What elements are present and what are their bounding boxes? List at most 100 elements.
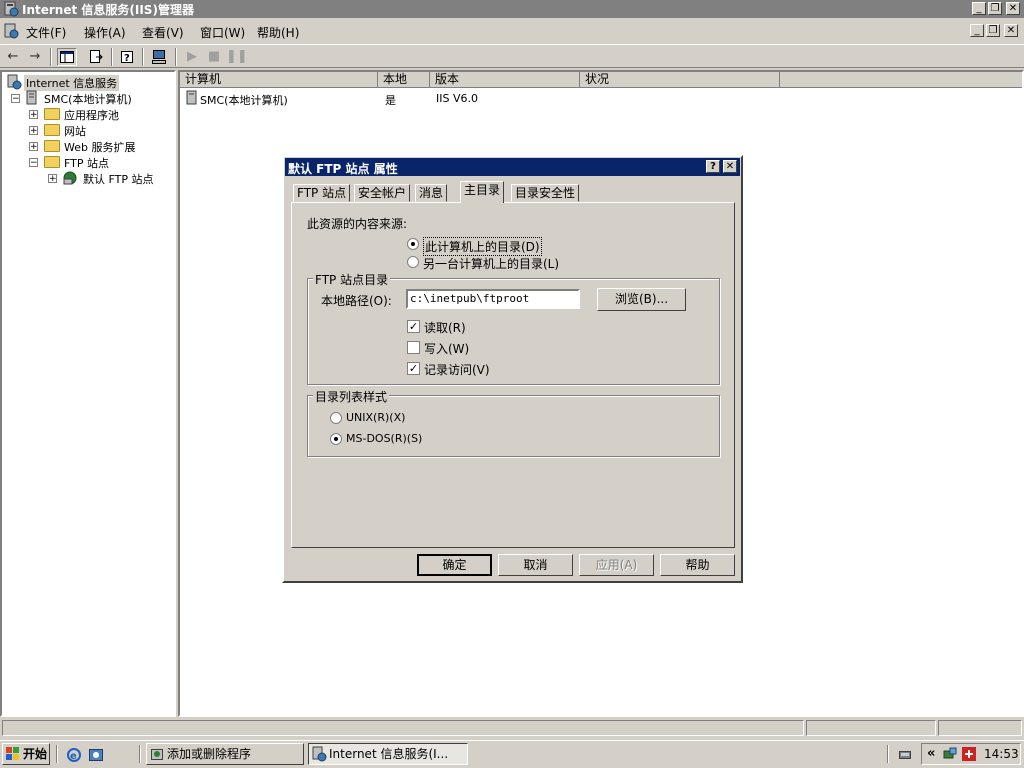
network-icon[interactable]	[897, 747, 913, 763]
listing-style-group-label: 目录列表样式	[313, 388, 390, 405]
pause-icon[interactable]: ❚❚	[226, 48, 248, 66]
export-list-icon[interactable]	[86, 48, 106, 66]
checkbox-read[interactable]: ✓	[407, 320, 420, 333]
ie-icon[interactable]: e	[66, 747, 82, 763]
forward-icon[interactable]: →	[25, 48, 45, 66]
tray-security-alert-icon[interactable]	[961, 746, 977, 762]
tab-directory-security[interactable]: 目录安全性	[511, 184, 580, 202]
tray-expand-icon[interactable]: «	[927, 746, 935, 761]
tab-messages[interactable]: 消息	[415, 184, 448, 202]
checkbox-log[interactable]: ✓	[407, 362, 420, 375]
tab-home-directory[interactable]: 主目录	[460, 181, 505, 203]
toolbar-separator	[142, 48, 144, 66]
tree-default-ftp[interactable]: 默认 FTP 站点	[83, 171, 153, 187]
browse-button[interactable]: 浏览(B)...	[597, 288, 686, 311]
explorer-icon[interactable]	[88, 747, 104, 763]
checkbox-log-label[interactable]: 记录访问(V)	[424, 361, 490, 378]
tree-pane[interactable]: Internet 信息服务 − SMC(本地计算机) + 应用程序池 + 网站 …	[0, 70, 176, 717]
tree-computer[interactable]: SMC(本地计算机)	[44, 91, 132, 107]
content-source-label: 此资源的内容来源:	[307, 217, 408, 231]
add-remove-icon	[151, 749, 163, 760]
dialog-close-button[interactable]: ✕	[723, 160, 737, 173]
taskbar: 开始 e 添加或删除程序 Internet 信息服务(I... « 14:53	[0, 740, 1024, 768]
tree-web-extensions[interactable]: Web 服务扩展	[64, 139, 135, 155]
collapse-icon[interactable]: −	[11, 94, 20, 104]
local-path-input[interactable]: c:\inetpub\ftproot	[406, 289, 580, 309]
tab-security-accounts[interactable]: 安全帐户	[354, 184, 411, 202]
svg-text:?: ?	[124, 53, 130, 64]
menu-view[interactable]: 查看(V)	[142, 24, 184, 41]
status-cell	[938, 720, 1022, 736]
radio-this-computer[interactable]	[407, 238, 419, 250]
row-version: IIS V6.0	[436, 92, 478, 105]
tray-network-icon[interactable]	[942, 746, 958, 762]
ok-button[interactable]: 确定	[417, 554, 492, 576]
radio-msdos-label[interactable]: MS-DOS(R)(S)	[346, 432, 422, 445]
child-minimize-button[interactable]: _	[970, 24, 984, 37]
child-close-button[interactable]: ✕	[1004, 24, 1018, 37]
restore-button[interactable]: ❐	[988, 2, 1002, 15]
close-button[interactable]: ✕	[1006, 2, 1020, 15]
tree-websites[interactable]: 网站	[64, 123, 86, 139]
menu-window[interactable]: 窗口(W)	[200, 24, 245, 41]
checkbox-read-label[interactable]: 读取(R)	[424, 319, 466, 336]
task-add-remove-programs[interactable]: 添加或删除程序	[146, 743, 304, 765]
ftp-dir-group-label: FTP 站点目录	[313, 271, 391, 288]
folder-icon	[44, 124, 60, 136]
task-iis-manager[interactable]: Internet 信息服务(I...	[308, 743, 468, 765]
tree-app-pools[interactable]: 应用程序池	[64, 107, 119, 123]
expand-icon[interactable]: +	[29, 142, 38, 152]
expand-icon[interactable]: +	[48, 174, 57, 184]
radio-other-computer-label[interactable]: 另一台计算机上的目录(L)	[423, 255, 559, 272]
windows-logo-icon	[6, 747, 19, 760]
stop-icon[interactable]: ■	[204, 48, 224, 66]
menu-file[interactable]: 文件(F)	[26, 24, 66, 41]
checkbox-write-label[interactable]: 写入(W)	[424, 340, 469, 357]
expand-icon[interactable]: +	[29, 126, 38, 136]
radio-msdos[interactable]	[330, 433, 342, 445]
taskbar-separator	[56, 745, 58, 763]
dialog-help-button[interactable]: ?	[706, 160, 720, 173]
toolbar-separator	[111, 48, 113, 66]
column-header-version[interactable]: 版本	[430, 72, 580, 88]
menu-action[interactable]: 操作(A)	[84, 24, 126, 41]
start-label: 开始	[23, 747, 48, 761]
folder-icon	[44, 140, 60, 152]
checkbox-write[interactable]	[407, 341, 420, 354]
apply-button[interactable]: 应用(A)	[579, 554, 654, 576]
back-icon[interactable]: ←	[3, 48, 23, 66]
table-row[interactable]: SMC(本地计算机) 是 IIS V6.0	[180, 90, 780, 107]
radio-other-computer[interactable]	[407, 256, 419, 268]
child-restore-button[interactable]: ❐	[986, 24, 1000, 37]
tray-clock[interactable]: 14:53	[984, 747, 1019, 761]
help-button[interactable]: 帮助	[660, 554, 735, 576]
radio-this-computer-label[interactable]: 此计算机上的目录(D)	[423, 237, 542, 256]
toolbar-separator	[50, 48, 52, 66]
menu-help[interactable]: 帮助(H)	[257, 24, 299, 41]
status-cell	[806, 720, 936, 736]
play-icon[interactable]: ▶	[182, 48, 202, 66]
help-icon[interactable]: ?	[118, 48, 138, 66]
column-header-status[interactable]: 状况	[580, 72, 780, 88]
column-header-computer[interactable]: 计算机	[180, 72, 378, 88]
computer-icon[interactable]	[149, 48, 169, 66]
ftp-site-icon	[62, 170, 78, 186]
tree-root[interactable]: Internet 信息服务	[24, 75, 120, 91]
tree-ftp-sites[interactable]: FTP 站点	[64, 155, 109, 171]
collapse-icon[interactable]: −	[29, 158, 38, 168]
show-hide-tree-icon[interactable]	[57, 48, 77, 66]
radio-unix-label[interactable]: UNIX(R)(X)	[346, 411, 405, 424]
window-title-bar[interactable]: Internet 信息服务(IIS)管理器 _ ❐ ✕	[0, 0, 1024, 18]
column-header-local[interactable]: 本地	[378, 72, 430, 88]
tab-ftp-site[interactable]: FTP 站点	[293, 184, 351, 202]
start-button[interactable]: 开始	[2, 743, 50, 765]
taskbar-separator	[139, 745, 141, 763]
menu-bar: 文件(F) 操作(A) 查看(V) 窗口(W) 帮助(H) _ ❐ ✕	[0, 20, 1024, 42]
minimize-button[interactable]: _	[972, 2, 986, 15]
expand-icon[interactable]: +	[29, 110, 38, 120]
radio-unix[interactable]	[330, 412, 342, 424]
iis-root-icon	[6, 74, 22, 90]
dialog-title-bar[interactable]: 默认 FTP 站点 属性 ? ✕	[285, 158, 740, 176]
cancel-button[interactable]: 取消	[498, 554, 573, 576]
status-bar	[0, 718, 1024, 738]
